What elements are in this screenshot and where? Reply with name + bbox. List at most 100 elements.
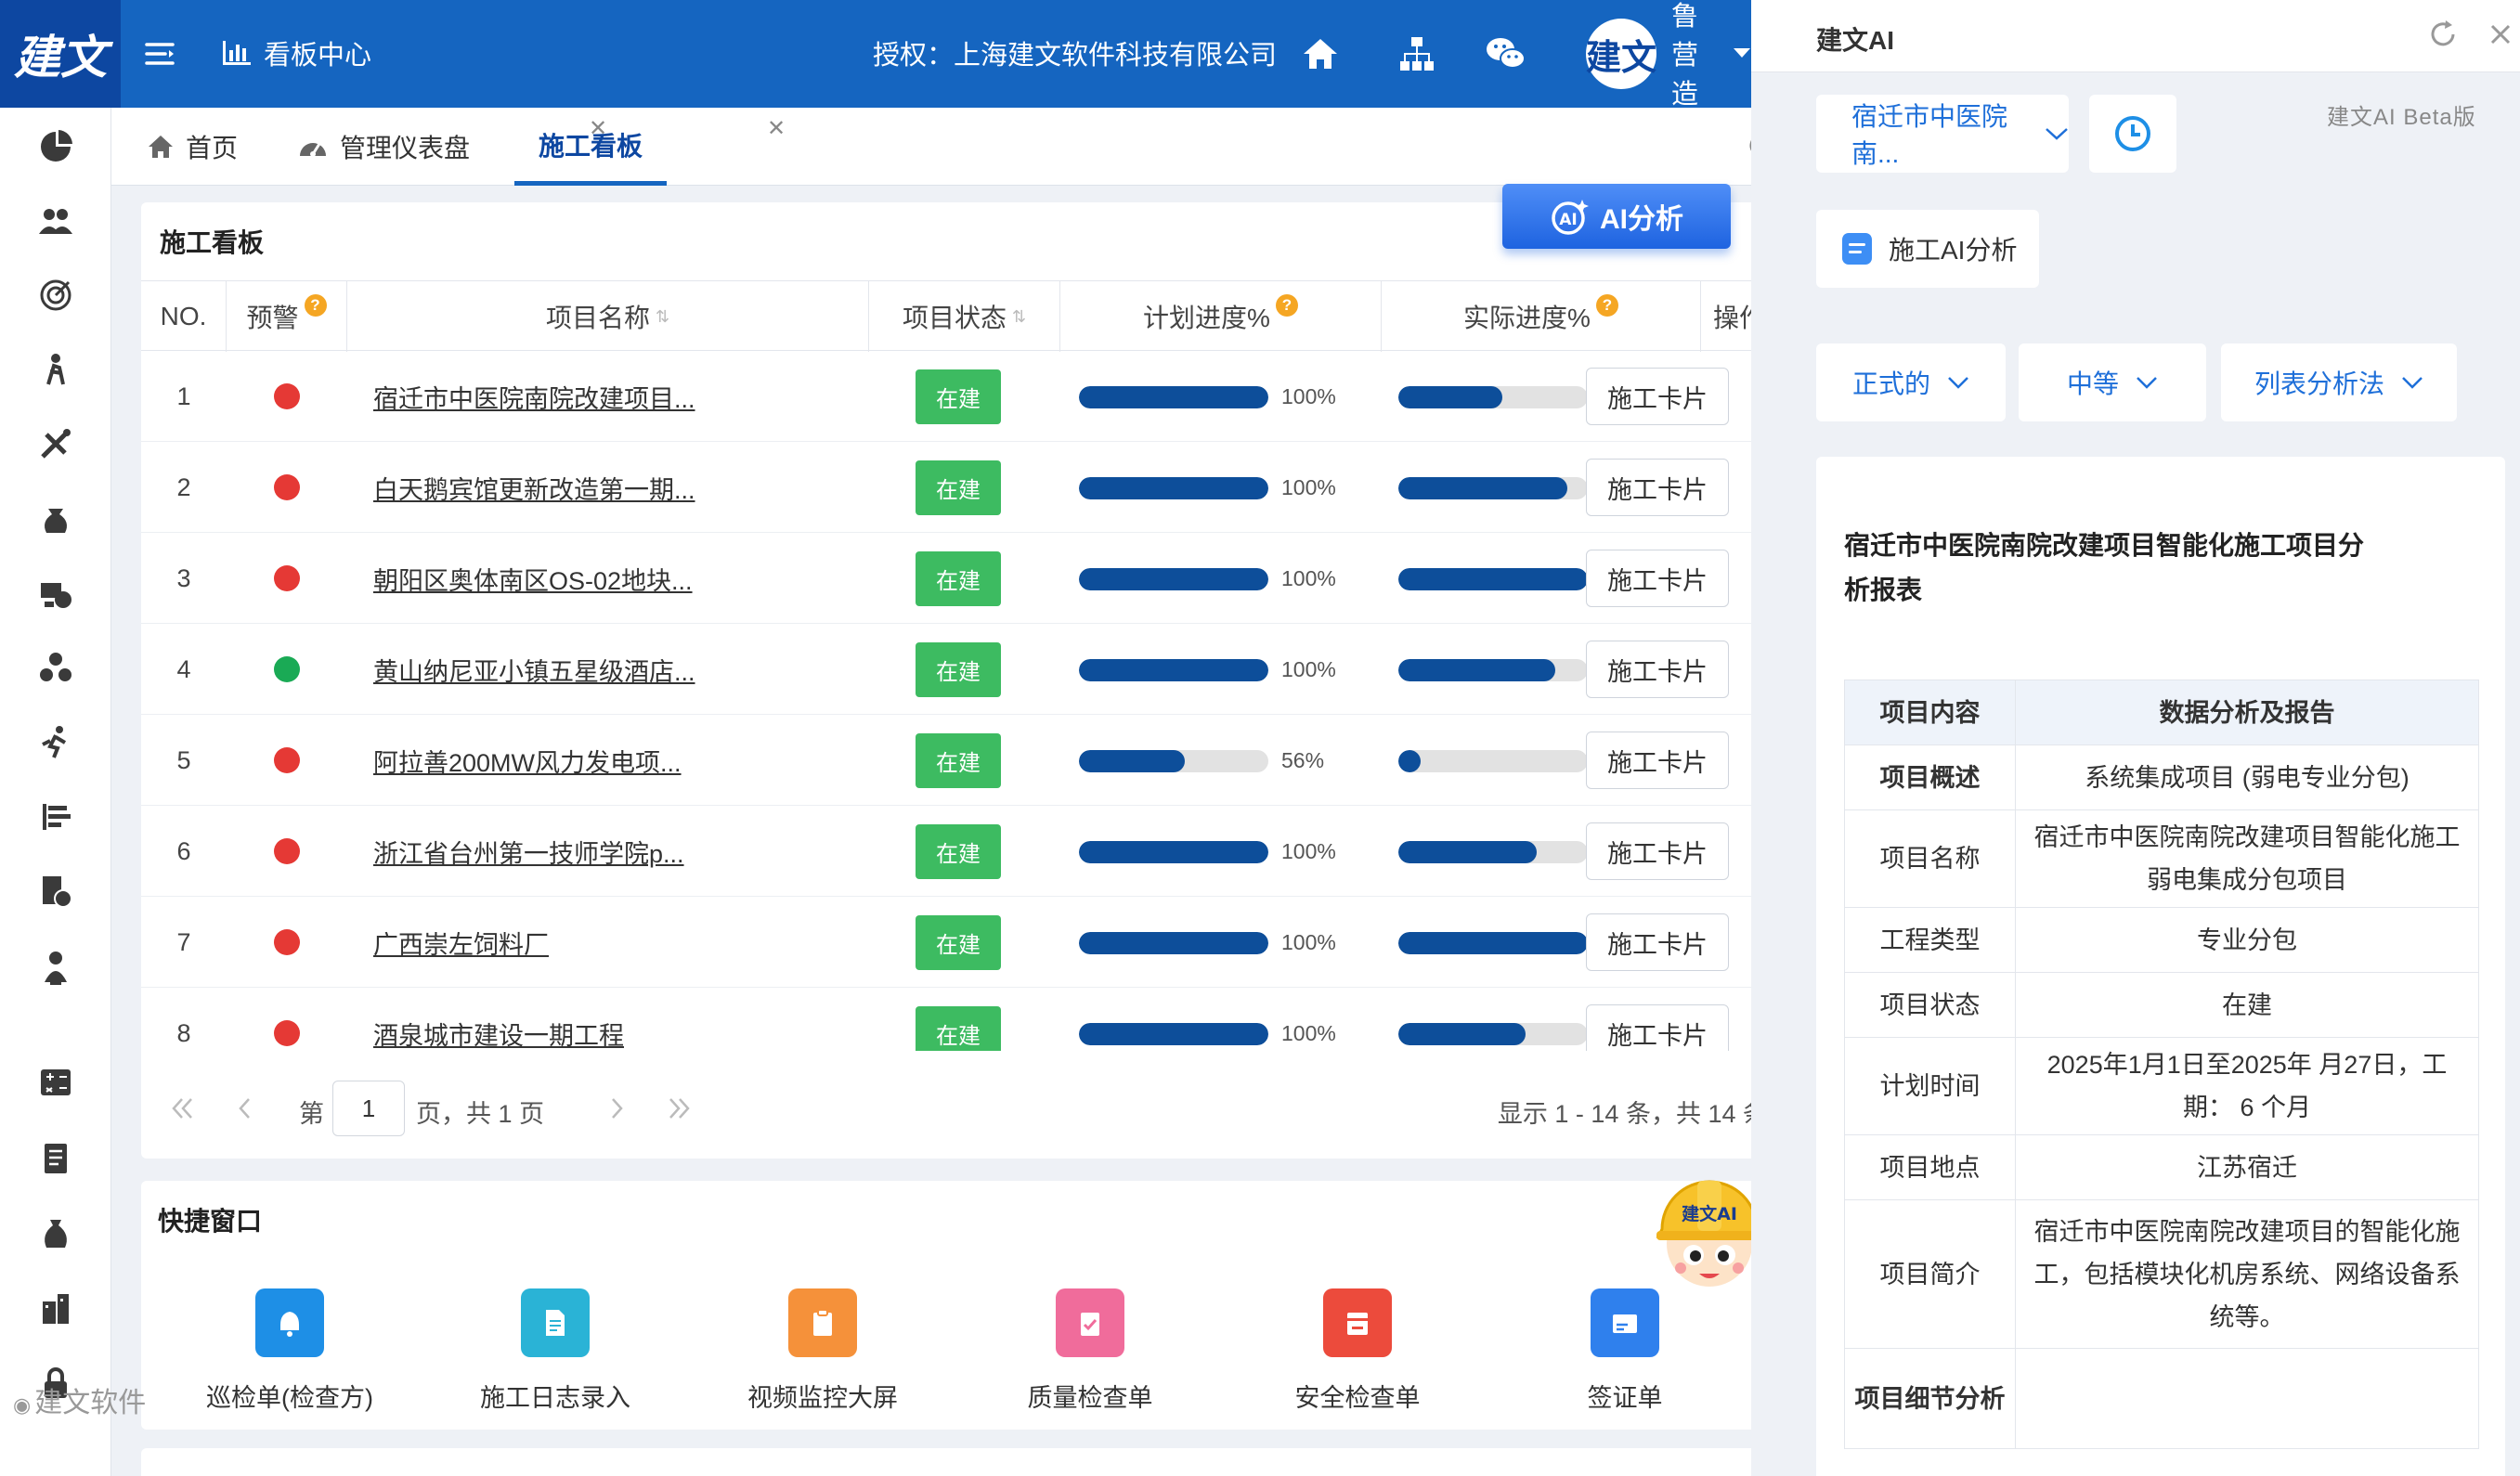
home-icon bbox=[147, 134, 175, 160]
actual-progress-fill bbox=[1398, 568, 1588, 590]
project-status: 在建 bbox=[916, 806, 1018, 897]
plan-progress-bar bbox=[1079, 386, 1268, 408]
report-head-content: 项目内容 bbox=[1844, 680, 2016, 745]
warning-dot-icon bbox=[274, 747, 300, 773]
page-prefix: 第 bbox=[299, 1100, 324, 1128]
worker-icon[interactable] bbox=[37, 351, 74, 388]
col-status[interactable]: 项目状态 ⇅ bbox=[869, 281, 1060, 352]
construction-card-button[interactable]: 施工卡片 bbox=[1586, 732, 1729, 789]
quick-item[interactable]: 视频监控大屏 bbox=[711, 1288, 934, 1414]
warning-indicator bbox=[227, 715, 347, 806]
coin-bag-icon[interactable] bbox=[37, 1214, 74, 1251]
dashboard-center-nav[interactable]: 看板中心 bbox=[221, 32, 371, 74]
tab-home[interactable]: 首页 bbox=[147, 108, 238, 186]
project-name-link[interactable]: 朝阳区奥体南区OS-02地块... bbox=[373, 533, 865, 624]
warning-indicator bbox=[227, 988, 347, 1051]
quick-item[interactable]: 施工日志录入 bbox=[444, 1288, 667, 1414]
project-name-link[interactable]: 浙江省台州第一技师学院p... bbox=[373, 806, 865, 897]
close-icon[interactable] bbox=[2485, 19, 2518, 52]
history-button[interactable] bbox=[2089, 95, 2176, 173]
row-number: 2 bbox=[176, 473, 191, 501]
brand-logo[interactable]: 建文 bbox=[0, 0, 121, 108]
quick-window-panel: 快捷窗口 巡检单(检查方) 施工日志录入 视频监控大屏 质量检查单 安全检查单 … bbox=[141, 1181, 1777, 1430]
col-project-name[interactable]: 项目名称 ⇅ bbox=[347, 281, 869, 352]
method-select[interactable]: 列表分析法 bbox=[2221, 343, 2457, 421]
length-select[interactable]: 中等 bbox=[2019, 343, 2206, 421]
building-icon[interactable] bbox=[37, 1290, 74, 1327]
construction-card-button[interactable]: 施工卡片 bbox=[1586, 822, 1729, 880]
last-page-icon[interactable] bbox=[661, 1090, 698, 1127]
plan-progress-bar bbox=[1079, 750, 1268, 772]
status-badge: 在建 bbox=[916, 369, 1001, 424]
refresh-icon[interactable] bbox=[2427, 19, 2461, 52]
page-number-input[interactable] bbox=[332, 1081, 405, 1136]
project-name-link[interactable]: 黄山纳尼亚小镇五星级酒店... bbox=[373, 624, 865, 715]
help-icon[interactable]: ? bbox=[1595, 294, 1618, 317]
tab-management-dashboard[interactable]: 管理仪表盘 ✕ bbox=[297, 108, 607, 186]
wechat-icon[interactable] bbox=[1484, 33, 1526, 74]
tone-select[interactable]: 正式的 bbox=[1816, 343, 2006, 421]
construction-card-button[interactable]: 施工卡片 bbox=[1586, 459, 1729, 516]
quick-item-label: 签证单 bbox=[1587, 1384, 1663, 1412]
target-icon[interactable] bbox=[37, 277, 74, 314]
construction-card-button[interactable]: 施工卡片 bbox=[1586, 368, 1729, 425]
manager-icon[interactable] bbox=[37, 949, 74, 986]
help-icon[interactable]: ? bbox=[304, 294, 327, 317]
network-icon[interactable] bbox=[37, 650, 74, 687]
org-chart-icon[interactable] bbox=[1396, 33, 1437, 74]
warning-indicator bbox=[227, 624, 347, 715]
quick-item[interactable]: 安全检查单 bbox=[1246, 1288, 1469, 1414]
document-money-icon[interactable] bbox=[37, 873, 74, 910]
close-icon[interactable]: ✕ bbox=[767, 115, 786, 142]
project-name-link[interactable]: 宿迁市中医院南院改建项目... bbox=[373, 351, 865, 442]
plan-progress-fill bbox=[1079, 1023, 1268, 1045]
bar-chart-icon bbox=[221, 39, 253, 67]
calculator-icon[interactable] bbox=[37, 1064, 74, 1101]
home-icon[interactable] bbox=[1300, 33, 1341, 74]
report-key: 项目概述 bbox=[1844, 744, 2016, 810]
construction-card-button[interactable]: 施工卡片 bbox=[1586, 641, 1729, 698]
construction-card-button[interactable]: 施工卡片 bbox=[1586, 1004, 1729, 1051]
tools-icon[interactable] bbox=[37, 425, 74, 462]
list-icon[interactable] bbox=[37, 798, 74, 835]
row-number: 5 bbox=[176, 745, 191, 774]
help-icon[interactable]: ? bbox=[1275, 294, 1298, 317]
sort-icon[interactable]: ⇅ bbox=[656, 307, 669, 327]
construction-card-button[interactable]: 施工卡片 bbox=[1586, 550, 1729, 607]
report-key: 工程类型 bbox=[1844, 907, 2016, 973]
plan-progress-fill bbox=[1079, 659, 1268, 681]
money-bag-icon[interactable] bbox=[37, 499, 74, 537]
ledger-icon[interactable] bbox=[37, 1140, 74, 1177]
pie-chart-icon[interactable] bbox=[37, 128, 74, 165]
chevron-down-icon bbox=[2045, 126, 2069, 141]
report-title: 宿迁市中医院南院改建项目智能化施工项目分析报表 bbox=[1844, 531, 2365, 604]
ai-analysis-tab[interactable]: 施工AI分析 bbox=[1816, 210, 2039, 288]
quick-item[interactable]: 巡检单(检查方) bbox=[178, 1288, 401, 1414]
construction-card-button[interactable]: 施工卡片 bbox=[1586, 913, 1729, 971]
actual-progress-fill bbox=[1398, 1023, 1526, 1045]
menu-toggle-icon[interactable] bbox=[141, 35, 178, 72]
quick-window-title: 快捷窗口 bbox=[158, 1207, 263, 1236]
plan-progress-bar bbox=[1079, 568, 1268, 590]
first-page-icon[interactable] bbox=[163, 1090, 201, 1127]
prev-page-icon[interactable] bbox=[227, 1090, 264, 1127]
running-icon[interactable] bbox=[37, 724, 74, 761]
users-icon[interactable] bbox=[37, 202, 74, 240]
plan-progress-bar bbox=[1079, 1023, 1268, 1045]
clock-icon bbox=[2113, 114, 2152, 153]
row-number: 6 bbox=[176, 836, 191, 865]
quick-item[interactable]: 签证单 bbox=[1513, 1288, 1736, 1414]
project-name-link[interactable]: 阿拉善200MW风力发电项... bbox=[373, 715, 865, 806]
sort-icon[interactable]: ⇅ bbox=[1012, 307, 1026, 327]
project-name-link[interactable]: 广西崇左饲料厂 bbox=[373, 897, 865, 988]
project-name-link[interactable]: 白天鹅宾馆更新改造第一期... bbox=[373, 442, 865, 533]
quick-item[interactable]: 质量检查单 bbox=[979, 1288, 1202, 1414]
next-page-icon[interactable] bbox=[598, 1090, 635, 1127]
user-menu[interactable]: 鲁营造 bbox=[1671, 2, 1751, 110]
finance-icon[interactable] bbox=[37, 576, 74, 613]
tab-construction-board[interactable]: 施工看板 ✕ bbox=[514, 108, 786, 186]
project-select[interactable]: 宿迁市中医院南... bbox=[1816, 95, 2069, 173]
avatar[interactable]: 建文 bbox=[1586, 19, 1656, 89]
project-name-link[interactable]: 酒泉城市建设一期工程 bbox=[373, 988, 865, 1051]
ai-analysis-button[interactable]: AI AI分析 bbox=[1502, 184, 1731, 249]
